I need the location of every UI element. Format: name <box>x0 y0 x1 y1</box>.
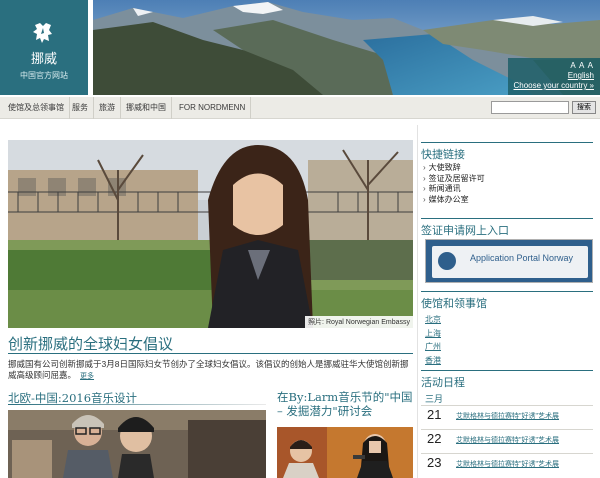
home-logo[interactable]: 挪威 中国官方网站 <box>0 0 88 95</box>
hero-headline[interactable]: 创新挪威的全球妇女倡议 <box>8 333 173 354</box>
hero-photo[interactable]: 照片: Royal Norwegian Embassy <box>8 140 413 328</box>
event-link[interactable]: 艾默格林与德拉赛特"好诱"艺术展 <box>456 459 559 469</box>
event-row[interactable]: 23 艾默格林与德拉赛特"好诱"艺术展 <box>421 453 593 471</box>
visa-portal-title: 签证申请网上入口 <box>421 224 509 237</box>
event-day: 23 <box>427 455 442 470</box>
visa-top-rule <box>421 218 593 219</box>
nav-item-for-nordmenn[interactable]: FOR NORDMENN <box>174 97 252 119</box>
logo-subtitle: 中国官方网站 <box>20 71 68 80</box>
site-header: 挪威 中国官方网站 A A A English Choose your coun… <box>0 0 600 95</box>
quick-link-ambassador[interactable]: 大使致辞 <box>423 163 485 174</box>
event-row[interactable]: 21 艾默格林与德拉赛特"好诱"艺术展 <box>421 405 593 423</box>
english-link[interactable]: English <box>508 71 594 80</box>
norway-lion-icon <box>33 23 52 43</box>
hero-image <box>8 140 413 328</box>
consulate-hongkong[interactable]: 香港 <box>425 354 441 368</box>
nav-item-norway-china[interactable]: 挪威和中国 <box>121 97 172 119</box>
consulates-top-rule <box>421 291 593 292</box>
language-panel: A A A English Choose your country » <box>508 58 600 95</box>
quick-links-top-rule <box>421 142 593 143</box>
quick-links-title: 快捷链接 <box>421 148 465 161</box>
hero-summary: 挪威国有公司创新挪威于3月8日国际妇女节创办了全球妇女倡议。该倡议的创始人是挪威… <box>8 359 413 382</box>
photo-credit: 照片: Royal Norwegian Embassy <box>305 316 413 328</box>
events-month: 三月 <box>425 394 444 404</box>
more-link[interactable]: 更多 <box>80 373 94 380</box>
application-portal-inner: Application Portal Norway <box>432 246 588 278</box>
hero-divider <box>8 353 413 354</box>
story-title-music-design[interactable]: 北欧-中国:2016音乐设计 <box>8 391 137 405</box>
events-title: 活动日程 <box>421 376 465 389</box>
event-link[interactable]: 艾默格林与德拉赛特"好诱"艺术展 <box>456 411 559 421</box>
consulate-beijing[interactable]: 北京 <box>425 313 441 327</box>
main-nav: 使馆及总领事馆 服务 旅游 挪威和中国 FOR NORDMENN 搜索 <box>0 97 600 119</box>
story-title-bylarm-seminar[interactable]: 在By:Larm音乐节的"中国 – 发掘潜力"研讨会 <box>277 390 417 418</box>
story-image-bylarm-seminar[interactable] <box>277 427 413 478</box>
event-row[interactable]: 22 艾默格林与德拉赛特"好诱"艺术展 <box>421 429 593 447</box>
consulates-title: 使馆和领事馆 <box>421 297 487 310</box>
story-divider <box>8 404 266 405</box>
event-link[interactable]: 艾默格林与德拉赛特"好诱"艺术展 <box>456 435 559 445</box>
choose-country-link[interactable]: Choose your country » <box>508 81 595 90</box>
consulate-shanghai[interactable]: 上海 <box>425 327 441 341</box>
search-input[interactable] <box>491 101 569 114</box>
nav-item-travel[interactable]: 旅游 <box>94 97 121 119</box>
consulate-guangzhou[interactable]: 广州 <box>425 340 441 354</box>
application-portal-label: Application Portal Norway <box>470 253 574 263</box>
logo-name: 挪威 <box>30 51 57 66</box>
events-top-rule <box>421 370 593 371</box>
story-image-music-design[interactable] <box>8 410 266 478</box>
nav-item-embassy[interactable]: 使馆及总领事馆 <box>3 97 70 119</box>
event-day: 22 <box>427 431 442 446</box>
nav-item-services[interactable]: 服务 <box>67 97 94 119</box>
event-day: 21 <box>427 407 442 422</box>
quick-link-newsletter[interactable]: 新闻通讯 <box>423 184 485 195</box>
consulates-list: 北京 上海 广州 香港 <box>425 313 441 367</box>
application-portal-banner[interactable]: Application Portal Norway <box>425 239 593 283</box>
font-size-switcher[interactable]: A A A <box>508 61 594 70</box>
hero-summary-text: 挪威国有公司创新挪威于3月8日国际妇女节创办了全球妇女倡议。该倡议的创始人是挪威… <box>8 359 409 380</box>
quick-links-list: 大使致辞 签证及居留许可 新闻通讯 媒体办公室 <box>423 163 485 205</box>
column-divider <box>417 125 418 478</box>
portal-logo-icon <box>438 252 456 270</box>
search-button[interactable]: 搜索 <box>572 101 596 114</box>
quick-link-media[interactable]: 媒体办公室 <box>423 195 485 206</box>
quick-link-visa[interactable]: 签证及居留许可 <box>423 174 485 185</box>
fjord-banner-image: A A A English Choose your country » <box>93 0 600 95</box>
